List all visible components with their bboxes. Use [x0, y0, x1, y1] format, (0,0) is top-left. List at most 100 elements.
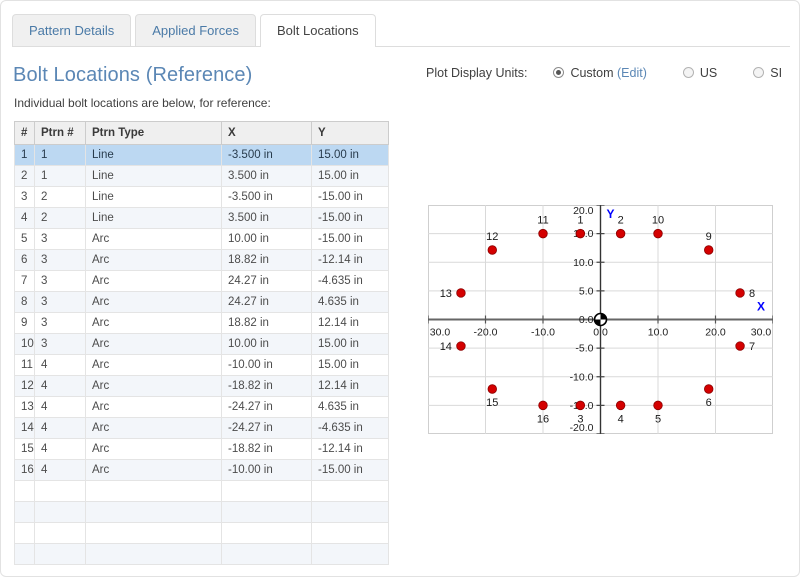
cell-index: 8 [14, 291, 35, 313]
plot-point[interactable] [615, 400, 626, 411]
cell-pattern: 2 [34, 186, 86, 208]
tab-bolt-locations[interactable]: Bolt Locations [259, 14, 376, 47]
cell-y: 4.635 in [311, 291, 389, 313]
table-row[interactable]: 13 4 Arc -24.27 in 4.635 in [14, 396, 389, 418]
plot-point[interactable] [735, 341, 745, 351]
plot-point[interactable] [487, 245, 497, 255]
plot-point-label: 10 [652, 215, 664, 227]
radio-icon[interactable] [753, 67, 765, 78]
cell-x: 10.00 in [221, 228, 312, 250]
table-header-row: # Ptrn # Ptrn Type X Y [14, 121, 389, 145]
plot-point[interactable] [704, 384, 714, 394]
table-row[interactable]: 12 4 Arc -18.82 in 12.14 in [14, 375, 389, 397]
plot-point-label: 16 [537, 413, 549, 425]
plot-point[interactable] [538, 228, 548, 239]
table-header: # Ptrn # Ptrn Type X Y [14, 121, 389, 145]
x-tick-label: 10.0 [648, 327, 669, 339]
cell-index: 11 [14, 354, 35, 376]
plot-point[interactable] [487, 384, 497, 394]
cell-empty [221, 480, 312, 502]
cell-empty [85, 522, 222, 544]
plot-point[interactable] [735, 288, 745, 298]
cell-index: 7 [14, 270, 35, 292]
cell-empty [221, 522, 312, 544]
cell-type: Arc [85, 354, 222, 376]
plot-point-label: 13 [440, 288, 452, 300]
table-row[interactable]: 8 3 Arc 24.27 in 4.635 in [14, 291, 389, 313]
table-row[interactable]: 11 4 Arc -10.00 in 15.00 in [14, 354, 389, 376]
edit-units-link[interactable]: (Edit) [617, 66, 647, 80]
table-row[interactable]: 15 4 Arc -18.82 in -12.14 in [14, 438, 389, 460]
cell-y: 15.00 in [311, 333, 389, 355]
bolt-locations-table: # Ptrn # Ptrn Type X Y 1 1 Line -3.500 in 15… [14, 121, 389, 565]
cell-x: -3.500 in [221, 186, 312, 208]
plot-point[interactable] [456, 341, 466, 351]
cell-type: Arc [85, 291, 222, 313]
plot-point-label: 3 [577, 413, 583, 425]
plot-point[interactable] [575, 228, 586, 239]
cell-x: -10.00 in [221, 354, 312, 376]
plot-point[interactable] [575, 400, 586, 411]
cell-index: 14 [14, 417, 35, 439]
cell-pattern: 1 [34, 144, 86, 166]
cell-empty [14, 501, 35, 523]
column-header-type: Ptrn Type [85, 121, 222, 145]
table-row[interactable]: 16 4 Arc -10.00 in -15.00 in [14, 459, 389, 481]
table-row[interactable]: 5 3 Arc 10.00 in -15.00 in [14, 228, 389, 250]
cell-y: 12.14 in [311, 375, 389, 397]
plot-point-label: 11 [537, 215, 548, 227]
units-option-custom[interactable]: Custom (Edit) [553, 66, 647, 80]
cell-pattern: 3 [34, 333, 86, 355]
column-header-x: X [221, 121, 312, 145]
x-tick-label: -20.0 [474, 327, 498, 339]
x-tick-label: 30.0 [430, 327, 451, 339]
cell-x: -10.00 in [221, 459, 312, 481]
cell-index: 4 [14, 207, 35, 229]
cell-index: 12 [14, 375, 35, 397]
table-row[interactable]: 6 3 Arc 18.82 in -12.14 in [14, 249, 389, 271]
cell-type: Line [85, 186, 222, 208]
plot-point[interactable] [456, 288, 466, 298]
cell-pattern: 4 [34, 417, 86, 439]
cell-y: -15.00 in [311, 207, 389, 229]
plot-point[interactable] [653, 228, 663, 239]
table-row[interactable]: 14 4 Arc -24.27 in -4.635 in [14, 417, 389, 439]
cell-empty [14, 522, 35, 544]
tab-applied-forces[interactable]: Applied Forces [135, 14, 256, 46]
cell-empty [34, 522, 86, 544]
table-row[interactable]: 10 3 Arc 10.00 in 15.00 in [14, 333, 389, 355]
units-option-us[interactable]: US [682, 66, 718, 80]
cell-index: 3 [14, 186, 35, 208]
plot-point-label: 2 [618, 215, 624, 227]
cell-index: 2 [14, 165, 35, 187]
cell-empty [221, 501, 312, 523]
page-container: Pattern Details Applied Forces Bolt Locati… [0, 0, 800, 577]
table-row[interactable]: 7 3 Arc 24.27 in -4.635 in [14, 270, 389, 292]
cell-y: -12.14 in [311, 249, 389, 271]
cell-type: Arc [85, 375, 222, 397]
cell-x: 24.27 in [221, 291, 312, 313]
plot-point[interactable] [615, 228, 626, 239]
cell-pattern: 3 [34, 312, 86, 334]
units-option-label: US [699, 66, 718, 80]
cell-index: 15 [14, 438, 35, 460]
column-header-index: # [14, 121, 35, 145]
plot-point-label: 7 [749, 341, 755, 353]
plot-point[interactable] [538, 400, 548, 411]
plot-point[interactable] [653, 400, 663, 411]
table-row[interactable]: 2 1 Line 3.500 in 15.00 in [14, 165, 389, 187]
radio-icon[interactable] [682, 67, 694, 78]
table-row-empty [14, 480, 389, 502]
axis-label-y: Y [606, 207, 614, 221]
radio-icon[interactable] [553, 67, 565, 78]
units-option-si[interactable]: SI [753, 66, 782, 80]
x-tick-label: 20.0 [705, 327, 726, 339]
table-row[interactable]: 3 2 Line -3.500 in -15.00 in [14, 186, 389, 208]
table-row[interactable]: 4 2 Line 3.500 in -15.00 in [14, 207, 389, 229]
plot-point[interactable] [704, 245, 714, 255]
table-row[interactable]: 1 1 Line -3.500 in 15.00 in [14, 144, 389, 166]
cell-x: 18.82 in [221, 312, 312, 334]
tab-bar: Pattern Details Applied Forces Bolt Locati… [12, 14, 790, 47]
tab-pattern-details[interactable]: Pattern Details [12, 14, 132, 46]
table-row[interactable]: 9 3 Arc 18.82 in 12.14 in [14, 312, 389, 334]
